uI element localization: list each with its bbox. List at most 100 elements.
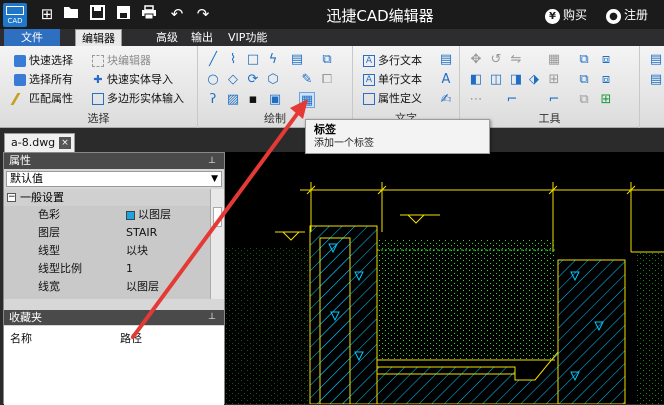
favorites-title: 收藏夹 xyxy=(9,311,42,324)
hatch-icon[interactable]: ▨ xyxy=(225,92,241,108)
polygon-draw-icon[interactable]: ⬡ xyxy=(265,72,281,88)
quick-select-button[interactable]: 快速选择 xyxy=(14,52,73,70)
arc-icon[interactable]: ⟳ xyxy=(245,72,261,88)
menu-bar: 文件 编辑器 高级 输出 VIP功能 xyxy=(0,29,664,46)
multiline-text-button[interactable]: A 多行文本 xyxy=(363,52,422,70)
text-edit-icon[interactable]: A xyxy=(438,72,454,88)
menu-editor[interactable]: 编辑器 xyxy=(75,29,122,46)
properties-dropdown[interactable]: 默认值 ▼ xyxy=(6,171,222,187)
trim-icon[interactable]: ⌐ xyxy=(504,92,520,108)
property-value[interactable]: 1 xyxy=(126,260,133,277)
open-folder-icon[interactable] xyxy=(62,5,80,23)
copy-tool-icon[interactable]: ⧉ xyxy=(576,52,592,68)
soil-fill xyxy=(377,240,555,360)
rotate-icon[interactable]: ↺ xyxy=(488,52,504,68)
block-editor-button[interactable]: 块编辑器 xyxy=(92,52,151,70)
column-path-header[interactable]: 路径 xyxy=(120,330,142,346)
category-row[interactable]: − 一般设置 xyxy=(4,189,210,206)
undo-icon[interactable]: ↶ xyxy=(168,5,186,23)
align-right-icon[interactable]: ◨ xyxy=(508,72,524,88)
property-row[interactable]: 线型 以块 xyxy=(4,242,210,259)
property-value[interactable]: 以图层 xyxy=(126,206,171,223)
table-icon[interactable]: ▦ xyxy=(299,92,315,108)
property-row[interactable]: 线型比例 1 xyxy=(4,260,210,277)
property-row[interactable]: 图层 STAIR xyxy=(4,224,210,241)
concrete-wall-right xyxy=(557,259,626,404)
image-icon[interactable]: ▣ xyxy=(267,92,283,108)
tools-group: ✥ ↺ ⇋ ▦ ⧉ ⧈ ◧ ◫ ◨ ⬗ ⊞ ⧉ ⧈ ⋯ ⌐ ⌐ ⧉ ⊞ 工具 xyxy=(460,46,640,128)
layer-tool-icon[interactable]: ⬗ xyxy=(526,72,542,88)
buy-button[interactable]: ¥ 购买 xyxy=(545,6,587,24)
single-line-text-button[interactable]: A 单行文本 xyxy=(363,71,422,89)
rectangle-icon[interactable]: □ xyxy=(245,52,261,68)
array-icon[interactable]: ▦ xyxy=(546,52,562,68)
circle-icon[interactable]: ○ xyxy=(205,72,221,88)
menu-output[interactable]: 输出 xyxy=(185,29,219,46)
favorites-header: 收藏夹 ⊥ xyxy=(4,310,224,325)
menu-vip[interactable]: VIP功能 xyxy=(222,29,273,46)
tooltip-title: 标签 xyxy=(314,123,336,136)
pin-icon[interactable]: ⊥ xyxy=(208,153,216,169)
column-name-header[interactable]: 名称 xyxy=(10,330,32,346)
register-button[interactable]: ● 注册 xyxy=(606,6,648,24)
scrollbar-thumb[interactable] xyxy=(213,207,222,227)
draw-group: ╱ ⌇ □ ϟ ▤ ⧉ ○ ◇ ⟳ ⬡ ✎ ⧠ ʔ ▨ ▪ ▣ ▦ 绘制 xyxy=(198,46,353,128)
match-tool-icon[interactable]: ⧉ xyxy=(576,72,592,88)
property-name: 线型比例 xyxy=(38,262,82,275)
link-tool-icon[interactable]: ⧈ xyxy=(598,72,614,88)
property-value[interactable]: 以图层 xyxy=(126,278,159,295)
pencil-icon[interactable]: ✎ xyxy=(299,72,315,88)
menu-file[interactable]: 文件 xyxy=(4,29,60,46)
overflow-icon-2[interactable]: ▤ xyxy=(648,72,664,88)
line-icon[interactable]: ╱ xyxy=(205,52,221,68)
document-tab[interactable]: a-8.dwg × xyxy=(4,133,75,152)
property-value[interactable]: STAIR xyxy=(126,224,157,241)
text-style-icon[interactable]: ▤ xyxy=(438,52,454,68)
quick-entity-import-button[interactable]: ✚ 快速实体导入 xyxy=(92,71,173,89)
save-as-icon[interactable] xyxy=(114,5,132,23)
pin-icon[interactable]: ⊥ xyxy=(208,310,216,325)
point-icon[interactable]: ▪ xyxy=(245,92,261,108)
property-row[interactable]: 色彩 以图层 xyxy=(4,206,210,223)
grid-tool-icon[interactable]: ⊞ xyxy=(546,72,562,88)
block-editor-label: 块编辑器 xyxy=(107,54,151,67)
property-row[interactable]: 线宽 以图层 xyxy=(4,278,210,295)
redo-icon[interactable]: ↷ xyxy=(194,5,212,23)
save-icon[interactable] xyxy=(88,5,106,23)
text-field-icon[interactable]: ✍ xyxy=(438,92,454,108)
print-icon[interactable] xyxy=(140,5,158,23)
yen-icon: ¥ xyxy=(545,9,560,24)
paste-tool-icon[interactable]: ⧈ xyxy=(598,52,614,68)
close-icon[interactable]: × xyxy=(59,137,71,149)
ellipse-icon[interactable]: ◇ xyxy=(225,72,241,88)
drawing-canvas[interactable] xyxy=(225,152,664,404)
group-tool-icon[interactable]: ⧉ xyxy=(576,92,592,108)
new-file-icon[interactable]: ⊞ xyxy=(38,5,56,23)
polyline-icon[interactable]: ⌇ xyxy=(225,52,241,68)
property-scrollbar[interactable] xyxy=(210,189,224,299)
polygon-entity-input-button[interactable]: 多边形实体输入 xyxy=(92,90,184,108)
spline-icon[interactable]: ϟ xyxy=(265,52,281,68)
select-all-button[interactable]: 选择所有 xyxy=(14,71,73,89)
soil-fill xyxy=(637,252,664,404)
copy-icon[interactable]: ⧠ xyxy=(319,72,335,88)
align-center-icon[interactable]: ◫ xyxy=(488,72,504,88)
app-logo[interactable]: CAD xyxy=(3,3,27,27)
revision-cloud-icon[interactable]: ʔ xyxy=(205,92,221,108)
collapse-icon[interactable]: − xyxy=(7,193,16,202)
export-tool-icon[interactable]: ⊞ xyxy=(598,92,614,108)
attribute-definition-button[interactable]: 属性定义 xyxy=(363,90,422,108)
dots-icon[interactable]: ⋯ xyxy=(468,92,484,108)
move-icon[interactable]: ✥ xyxy=(468,52,484,68)
property-value[interactable]: 以块 xyxy=(126,242,148,259)
mirror-icon[interactable]: ⇋ xyxy=(508,52,524,68)
chevron-down-icon: ▼ xyxy=(211,174,218,184)
block-insert-icon[interactable]: ⧉ xyxy=(319,52,335,68)
property-grid: − 一般设置 色彩 以图层 图层 STAIR 线型 以块 线型比例 1 线宽 以… xyxy=(4,189,224,299)
overflow-icon[interactable]: ▤ xyxy=(648,52,664,68)
match-properties-button[interactable]: 匹配属性 xyxy=(10,90,73,108)
align-left-icon[interactable]: ◧ xyxy=(468,72,484,88)
extend-icon[interactable]: ⌐ xyxy=(546,92,562,108)
dimension-icon[interactable]: ▤ xyxy=(289,52,305,68)
menu-advanced[interactable]: 高级 xyxy=(150,29,184,46)
